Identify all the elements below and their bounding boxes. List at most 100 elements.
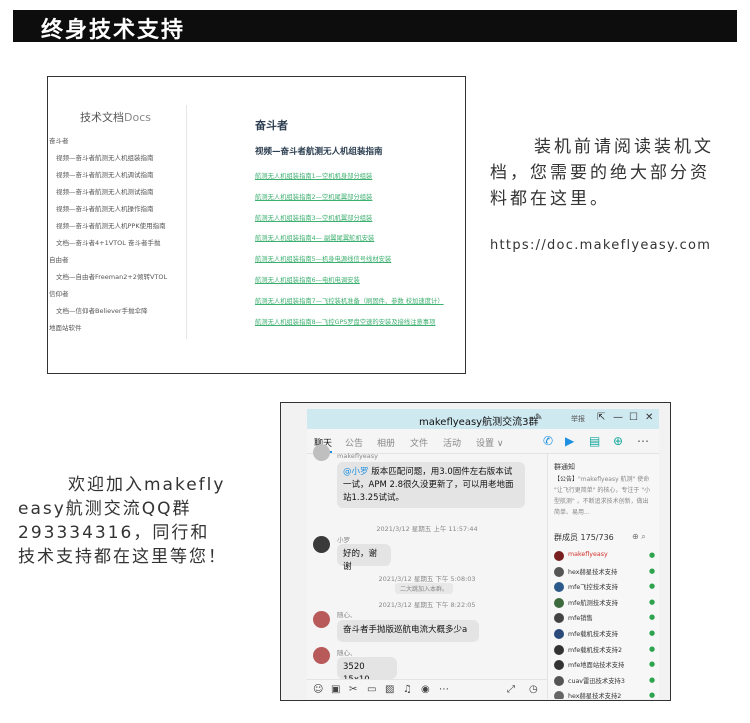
sidebar-item[interactable]: 视频—奋斗者航测无人机操作指南 (48, 201, 186, 218)
folder-icon[interactable]: ▭ (367, 684, 376, 695)
member-list: makeflyeasy ● hex赫星技术支持 ● mfe飞控技术支持 ● mfe航测技术支… (548, 548, 659, 699)
invite-line-4: 技术支持都在这里等您！ (18, 547, 227, 567)
sidebar-item[interactable]: 视频—奋斗者航测无人机组装指南 (48, 150, 186, 167)
member-row[interactable]: mfe飞控技术支持 ● (548, 579, 659, 595)
member-row[interactable]: mfe销售 ● (548, 610, 659, 626)
tab-announcement[interactable]: 公告 (345, 436, 363, 449)
member-status-icon: ● (649, 566, 656, 575)
sidebar-item[interactable]: 视频—奋斗者航测无人机PPK使用指南 (48, 218, 186, 235)
doc-link[interactable]: 航测无人机组装指南6—电机电调安装 (255, 271, 465, 292)
mic-icon[interactable]: ◉ (421, 684, 430, 695)
member-row[interactable]: mfe航测技术支持 ● (548, 595, 659, 611)
sender-name: 随心、 (337, 611, 357, 619)
member-row[interactable]: mfe载机技术支持 ● (548, 626, 659, 642)
timestamp: 2021/3/12 星期五 上午 11:57:44 (376, 525, 478, 533)
mention[interactable]: @小罗 (343, 467, 369, 477)
board-icon[interactable]: ▤ (589, 434, 600, 448)
phone-icon[interactable]: ✆ (543, 434, 553, 448)
message-bubble: 3520 15x10 (337, 657, 397, 685)
timestamp: 2021/3/12 星期五 下午 5:08:03 (378, 575, 476, 583)
doc-url[interactable]: https://doc.makeflyeasy.com (490, 238, 711, 253)
member-avatar (554, 644, 564, 655)
sidebar-item[interactable]: 文档—奋斗者4+1VTOL 奋斗者手抛 (48, 235, 186, 252)
minimize-icon[interactable]: — (613, 412, 623, 423)
doc-link[interactable]: 航测无人机组装指南7—飞控装机准备（刷固件、参数 校加速度计） (255, 292, 465, 313)
notice-title: 群通知 (554, 463, 575, 471)
avatar[interactable] (313, 611, 330, 628)
member-name: mfe销售 (568, 615, 593, 623)
doc-link[interactable]: 航测无人机组装指南8—飞控GPS罗盘空速的安装及接线注意事项 (255, 313, 465, 334)
sidebar-item[interactable]: 视频—奋斗者航测无人机调试指南 (48, 167, 186, 184)
emoji-icon[interactable]: ☺ (313, 684, 323, 695)
member-row[interactable]: hex赫星技术支持 ● (548, 564, 659, 580)
member-name: hex赫星技术支持 (568, 568, 618, 576)
doc-link[interactable]: 航测无人机组装指南1—空机机身部分组装 (255, 167, 465, 188)
member-panel: 群通知 【公告】"makeflyeasy 航测" 使命 "让飞行更简单" 的核心… (547, 454, 659, 699)
sender-name: 随心、 (337, 649, 357, 657)
group-title: makeflyeasy航测交流3群 (419, 417, 539, 428)
notice-text[interactable]: 【公告】"makeflyeasy 航测" 使命 "让飞行更简单" 的核心，专注于… (554, 474, 654, 518)
member-row[interactable]: mfe载机技术支持2 ● (548, 642, 659, 658)
sidebar-item[interactable]: 视频—奋斗者航测无人机测试指南 (48, 184, 186, 201)
doc-link[interactable]: 航测无人机组装指南4— 副翼尾翼舵机安装 (255, 229, 465, 250)
qq-titlebar: makeflyeasy航测交流3群 ✎ 举报 ⇱ — ☐ ✕ (307, 409, 659, 429)
member-row[interactable]: cuav雷迅技术支持3 ● (548, 673, 659, 689)
more-tools-icon[interactable]: ⋯ (439, 684, 449, 695)
member-status-icon: ● (649, 675, 656, 684)
tab-settings[interactable]: 设置 ∨ (476, 436, 503, 449)
system-notice: 二大跳加入本群。 (395, 583, 454, 594)
tab-album[interactable]: 相册 (377, 436, 395, 449)
assembly-note: 装机前请阅读装机文档，您需要的绝大部分资料都在这里。 (490, 137, 714, 209)
sidebar-item[interactable]: 文档—自由者Freeman2+2倾转VTOL (48, 269, 186, 286)
gif-icon[interactable]: ▣ (331, 684, 340, 695)
video-icon[interactable]: ▶ (565, 434, 574, 448)
sidebar-title: 技术文档Docs (80, 109, 151, 125)
member-status-icon: ● (649, 691, 656, 699)
more-icon[interactable]: ⋯ (637, 434, 649, 448)
member-avatar (554, 566, 564, 577)
member-row[interactable]: mfe地面站技术支持 ● (548, 657, 659, 673)
member-status-icon: ● (649, 660, 656, 669)
sidebar-category[interactable]: 自由者 (48, 252, 186, 269)
tab-files[interactable]: 文件 (410, 436, 428, 449)
add-icon[interactable]: ⊕ (613, 434, 623, 448)
sidebar-category[interactable]: 地面站软件 (48, 320, 186, 337)
avatar[interactable] (313, 444, 330, 461)
member-status-icon: ● (649, 597, 656, 606)
report-button[interactable]: 举报 (571, 414, 585, 424)
doc-link[interactable]: 航测无人机组装指南3—空机机翼部分组装 (255, 209, 465, 230)
sidebar-item[interactable]: 文档—信仰者Believer手抛伞降 (48, 303, 186, 320)
member-status-icon: ● (649, 613, 656, 622)
avatar[interactable] (313, 647, 330, 664)
sidebar-category[interactable]: 信仰者 (48, 286, 186, 303)
chat-area: makeflyeasy @小罗 版本匹配问题，用3.0固件左右版本试一试，APM… (307, 444, 547, 685)
timestamp: 2021/3/12 星期五 下午 8:22:05 (378, 601, 476, 609)
header-title: 终身技术支持 (41, 18, 186, 43)
qq-chat-screenshot: makeflyeasy航测交流3群 ✎ 举报 ⇱ — ☐ ✕ 聊天 公告 相册 … (280, 402, 671, 701)
expand-icon[interactable]: ⤢ (507, 684, 515, 695)
close-icon[interactable]: ✕ (645, 412, 653, 423)
avatar[interactable] (313, 536, 330, 553)
maximize-icon[interactable]: ☐ (629, 412, 638, 423)
member-row[interactable]: makeflyeasy ● (548, 548, 659, 564)
member-row[interactable]: hex赫星技术支持2 ● (548, 688, 659, 699)
doc-page-title: 奋斗者 (255, 119, 288, 132)
member-name: makeflyeasy (568, 551, 608, 558)
invite-line-3: 293334316，同行和 (18, 523, 210, 543)
tab-activities[interactable]: 活动 (443, 436, 461, 449)
music-icon[interactable]: ♫ (403, 684, 412, 695)
sidebar-category[interactable]: 奋斗者 (48, 133, 186, 150)
member-name: mfe航测技术支持 (568, 599, 619, 607)
doc-sidebar: 技术文档Docs 奋斗者 视频—奋斗者航测无人机组装指南 视频—奋斗者航测无人机调试… (48, 77, 187, 373)
edit-icon[interactable]: ✎ (535, 413, 543, 423)
add-member-icon[interactable]: ⊕ (632, 532, 639, 541)
scissors-icon[interactable]: ✂ (349, 684, 357, 695)
image-icon[interactable]: ▨ (385, 684, 394, 695)
member-search-icon[interactable]: ⌕ (641, 532, 645, 541)
doc-link[interactable]: 航测无人机组装指南5—机身电源线信号线材安装 (255, 250, 465, 271)
doc-link-list: 航测无人机组装指南1—空机机身部分组装 航测无人机组装指南2—空机尾翼部分组装 航测… (255, 167, 465, 333)
history-icon[interactable]: ◷ (529, 684, 538, 695)
message-text: 版本匹配问题，用3.0固件左右版本试一试，APM 2.8很久没更新了，可以用老地… (343, 467, 514, 503)
pin-icon[interactable]: ⇱ (597, 412, 605, 423)
doc-link[interactable]: 航测无人机组装指南2—空机尾翼部分组装 (255, 188, 465, 209)
